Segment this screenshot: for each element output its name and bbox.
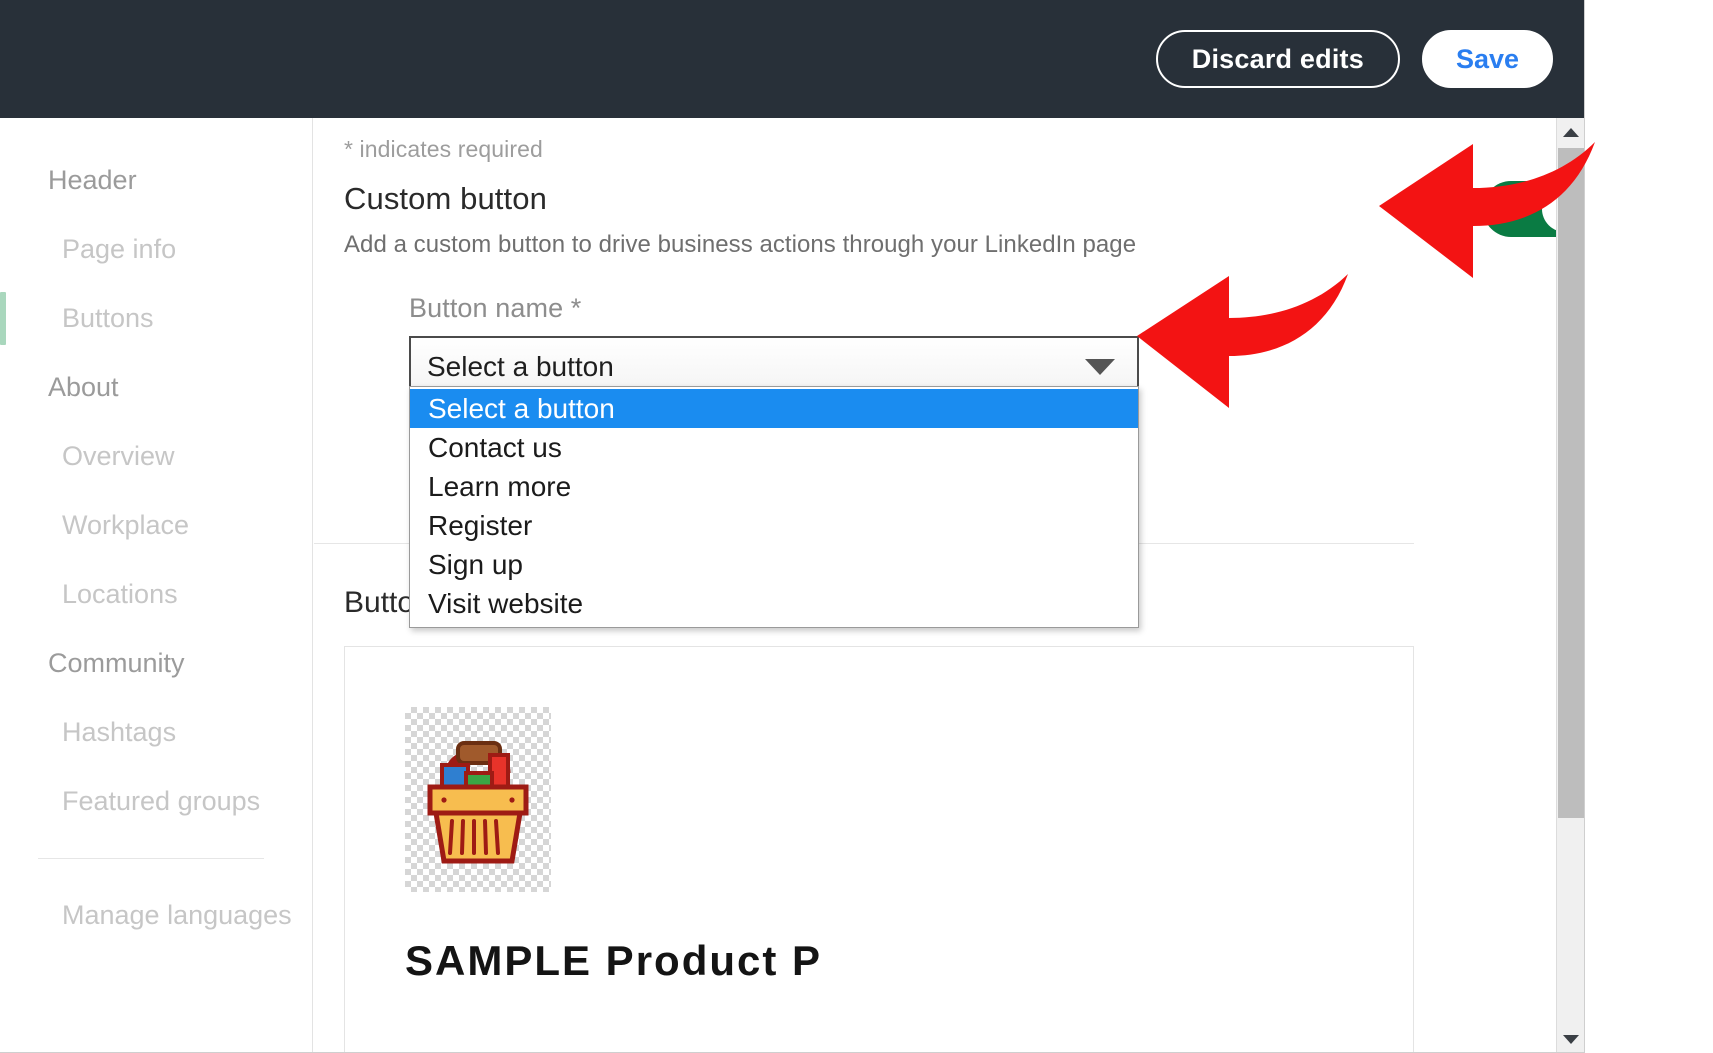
sidebar-item-overview[interactable]: Overview (0, 422, 312, 491)
toggle-state-label: On (1431, 194, 1465, 223)
sidebar-item-label: Community (48, 648, 185, 678)
button-name-dropdown-list[interactable]: Select a button Contact us Learn more Re… (409, 386, 1139, 628)
button-name-field: Button name * Select a button Select a b… (409, 293, 1139, 628)
sidebar-item-label: Featured groups (62, 786, 261, 816)
button-preview-card: SAMPLE Product P (344, 646, 1414, 1052)
body-region: Header Page info Buttons About Overview … (0, 118, 1584, 1052)
sidebar-item-label: About (48, 372, 119, 402)
dropdown-option-learn-more[interactable]: Learn more (410, 467, 1138, 506)
sidebar-item-header[interactable]: Header (0, 146, 312, 215)
button-name-selected-value: Select a button (427, 351, 614, 382)
dropdown-option-label: Register (428, 509, 533, 541)
dropdown-option-visit-website[interactable]: Visit website (410, 584, 1138, 623)
dropdown-option-label: Learn more (428, 470, 572, 502)
scroll-down-arrow-icon[interactable] (1557, 1025, 1584, 1052)
sidebar-item-label: Header (48, 165, 137, 195)
sidebar-item-workplace[interactable]: Workplace (0, 491, 312, 560)
top-action-bar: Discard edits Save (0, 0, 1584, 118)
content-inner: * indicates required Custom button Add a… (314, 118, 1584, 1052)
sidebar-item-label: Buttons (62, 303, 154, 333)
dropdown-option-label: Contact us (428, 431, 562, 463)
sidebar-item-about[interactable]: About (0, 353, 312, 422)
triangle-up-icon (1563, 127, 1579, 137)
discard-edits-button[interactable]: Discard edits (1155, 30, 1400, 88)
vertical-scrollbar[interactable] (1556, 118, 1584, 1052)
custom-button-section-header: Custom button Add a custom button to dri… (344, 181, 1584, 259)
dropdown-option-register[interactable]: Register (410, 506, 1138, 545)
sidebar-item-featured-groups[interactable]: Featured groups (0, 767, 312, 836)
dropdown-option-label: Visit website (428, 587, 584, 619)
app-window: Discard edits Save Header Page info Butt… (0, 0, 1585, 1053)
shopping-basket-image (405, 707, 551, 892)
save-button[interactable]: Save (1421, 30, 1553, 88)
scroll-up-arrow-icon[interactable] (1557, 118, 1584, 146)
triangle-down-icon (1563, 1034, 1579, 1044)
scrollbar-thumb[interactable] (1558, 148, 1584, 818)
section-description: Add a custom button to drive business ac… (344, 231, 1137, 258)
sidebar-item-label: Hashtags (62, 717, 177, 747)
top-action-buttons: Discard edits Save (1155, 30, 1553, 88)
sidebar-item-buttons[interactable]: Buttons (0, 284, 312, 353)
sidebar-item-label: Overview (62, 441, 175, 471)
app-root: Discard edits Save Header Page info Butt… (0, 0, 1713, 1053)
dropdown-option-label: Sign up (428, 548, 523, 580)
required-indicator-note: * indicates required (344, 136, 543, 162)
sidebar-item-label: Page info (62, 234, 177, 264)
chevron-down-icon (1085, 359, 1115, 375)
sidebar-item-label: Workplace (62, 510, 190, 540)
dropdown-option-contact-us[interactable]: Contact us (410, 428, 1138, 467)
sidebar-item-page-info[interactable]: Page info (0, 215, 312, 284)
button-name-label: Button name * (409, 293, 582, 323)
sidebar-divider (38, 858, 264, 859)
sidebar-item-label: Manage languages (62, 900, 292, 930)
dropdown-option-label: Select a button (428, 392, 615, 424)
sidebar-item-hashtags[interactable]: Hashtags (0, 698, 312, 767)
sidebar-item-label: Locations (62, 579, 178, 609)
sidebar-item-locations[interactable]: Locations (0, 560, 312, 629)
dropdown-option-sign-up[interactable]: Sign up (410, 545, 1138, 584)
sidebar-navigation: Header Page info Buttons About Overview … (0, 118, 313, 1052)
page-title: Custom button (344, 181, 547, 216)
sidebar-item-community[interactable]: Community (0, 629, 312, 698)
sidebar-item-manage-languages[interactable]: Manage languages (0, 881, 312, 950)
main-content: * indicates required Custom button Add a… (314, 118, 1584, 1052)
preview-product-caption: SAMPLE Product P (405, 937, 823, 984)
basket-icon (427, 740, 529, 863)
dropdown-option-select-a-button[interactable]: Select a button (410, 389, 1138, 428)
